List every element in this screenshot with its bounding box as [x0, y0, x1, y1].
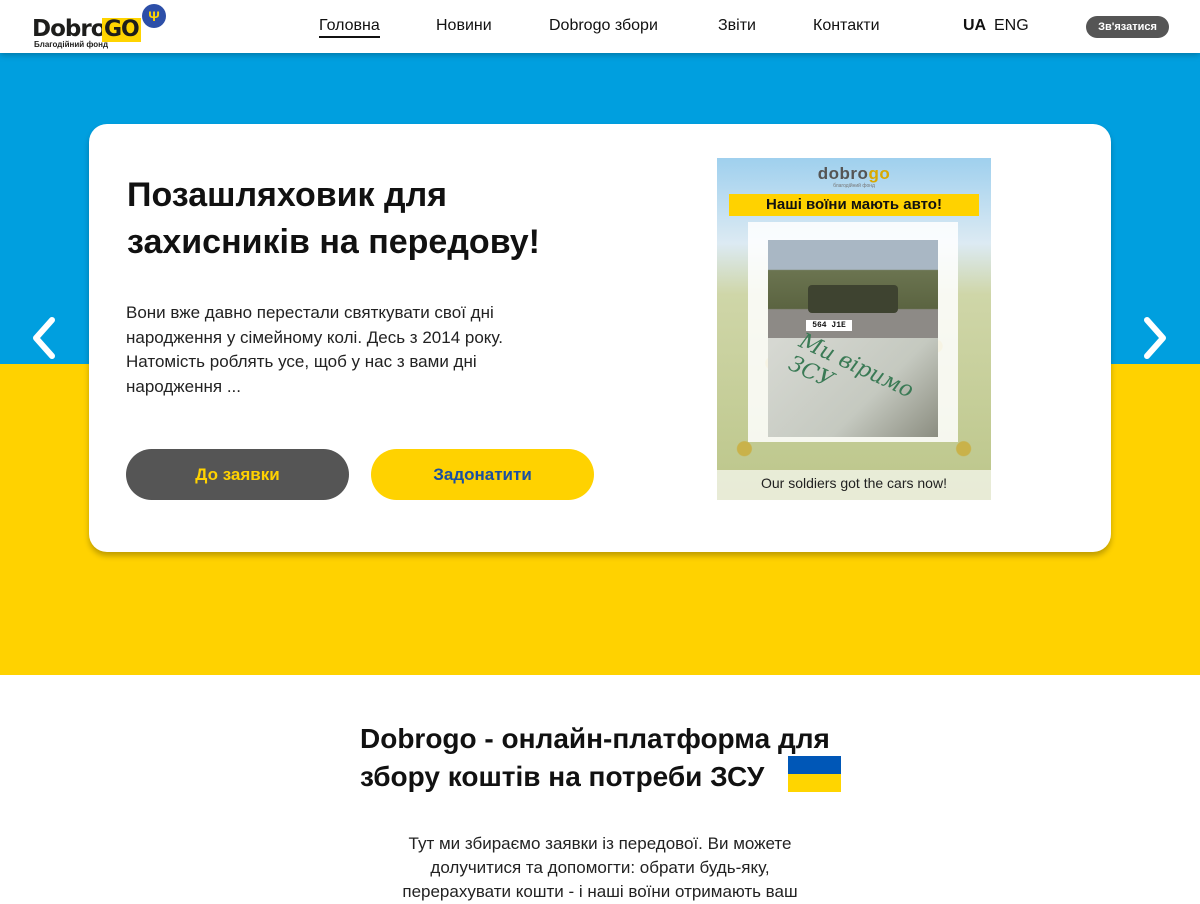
license-plate: 564 J1E: [806, 320, 852, 331]
ukraine-flag-icon: [788, 756, 841, 792]
nav-reports[interactable]: Звіти: [718, 17, 756, 35]
dobrogo-logo[interactable]: Dobro GO Ψ Благодійний фонд: [32, 4, 172, 50]
donate-button[interactable]: Задонатити: [371, 449, 594, 500]
lang-eng[interactable]: ENG: [994, 17, 1029, 35]
nav-home[interactable]: Головна: [319, 17, 380, 38]
poster-logo-accent: go: [868, 164, 891, 183]
slider-prev-icon[interactable]: [24, 316, 64, 360]
poster-logo: dobrogo: [717, 164, 991, 184]
about-description: Тут ми збираємо заявки із передової. Ви …: [402, 834, 798, 901]
poster-caption: Our soldiers got the cars now!: [717, 470, 991, 500]
trident-icon: Ψ: [142, 4, 166, 28]
poster-logo-subtitle: благодійний фонд: [833, 183, 875, 189]
hero-slide-card: Позашляховик для захисників на передову!…: [89, 124, 1111, 552]
car-photo: 564 J1E: [768, 240, 938, 338]
slide-title: Позашляховик для захисників на передову!: [127, 176, 540, 261]
to-request-button[interactable]: До заявки: [126, 449, 349, 500]
car-grille: [808, 285, 898, 313]
poster-logo-main: dobro: [817, 164, 869, 183]
nav-contacts[interactable]: Контакти: [813, 17, 880, 35]
nav-news[interactable]: Новини: [436, 17, 492, 35]
lang-ua[interactable]: UA: [963, 17, 986, 35]
logo-word: Dobro: [32, 16, 107, 42]
logo-subtitle: Благодійний фонд: [34, 40, 109, 49]
nav-fundraisers[interactable]: Dobrogo збори: [549, 17, 658, 35]
site-header: Dobro GO Ψ Благодійний фонд Головна Нови…: [0, 0, 1200, 53]
poster-banner: Наші воїни мають авто!: [729, 194, 979, 216]
handwritten-note: Ми віримо ЗСУ: [784, 328, 918, 404]
slider-next-icon[interactable]: [1135, 316, 1175, 360]
contact-button[interactable]: Зв'язатися: [1086, 16, 1169, 38]
slide-description: Вони вже давно перестали святкувати свої…: [126, 303, 503, 396]
logo-accent: GO: [102, 17, 141, 42]
windshield-photo: Ми віримо ЗСУ: [768, 329, 938, 437]
slide-poster-image: dobrogo благодійний фонд Наші воїни мают…: [717, 158, 991, 500]
